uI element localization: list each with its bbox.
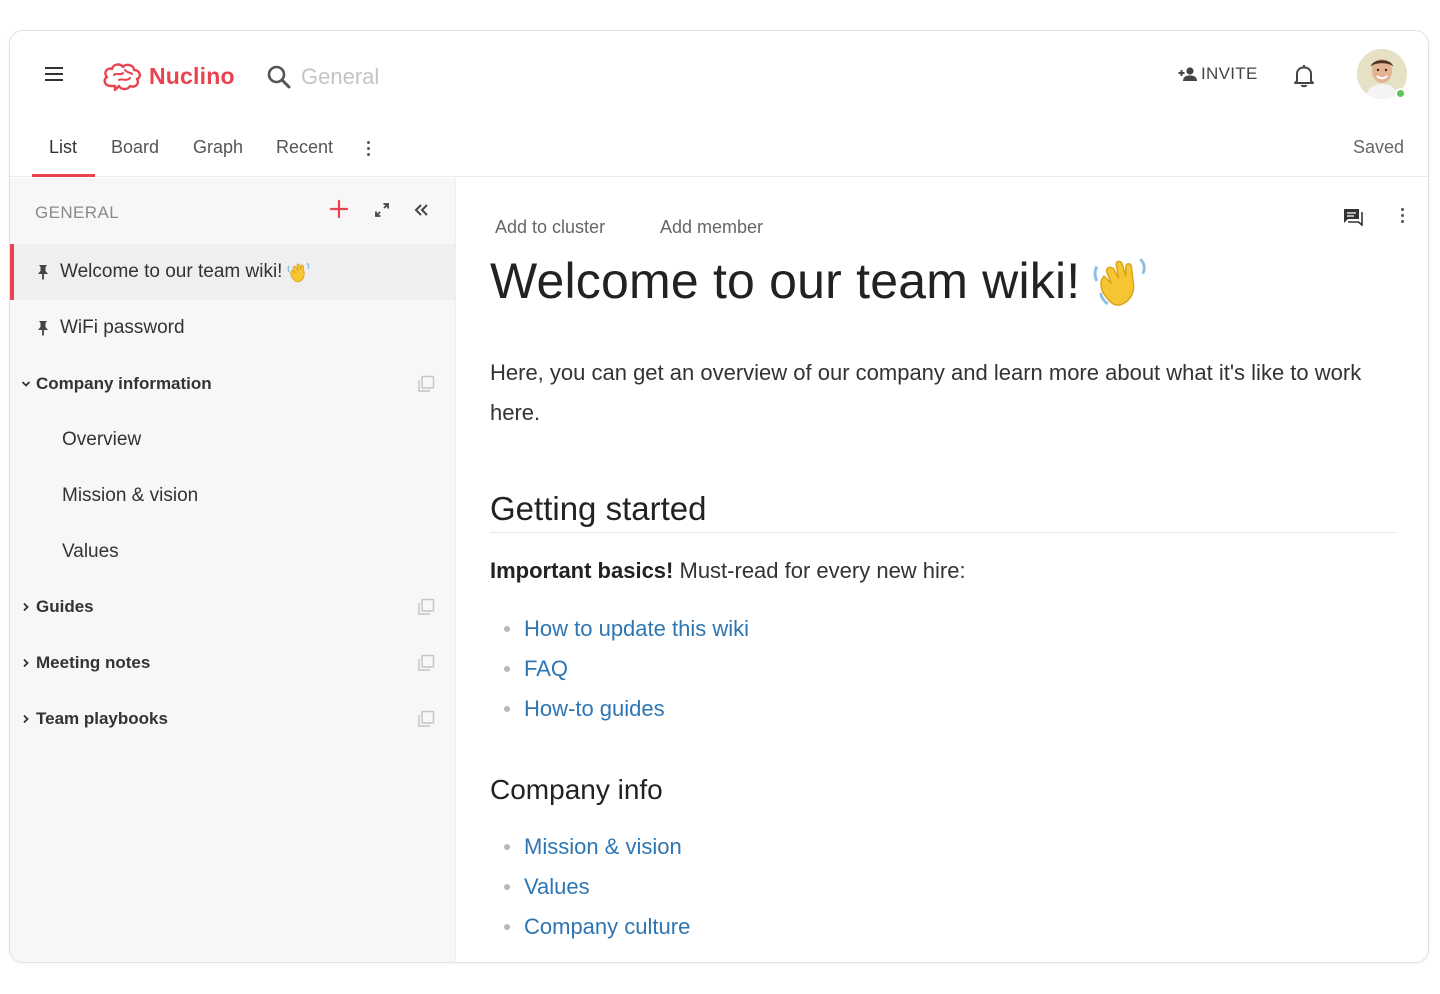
- list-item: FAQ: [504, 649, 749, 689]
- sidebar-workspace-title: GENERAL: [35, 203, 120, 222]
- pin-icon: [38, 321, 48, 336]
- link-update-wiki[interactable]: How to update this wiki: [524, 616, 749, 642]
- bullet: [504, 844, 510, 850]
- collapse-sidebar-icon[interactable]: [412, 201, 430, 219]
- sidebar: GENERAL Welcome to our team wiki! WiFi p…: [10, 178, 456, 962]
- link-how-to-guides[interactable]: How-to guides: [524, 696, 665, 722]
- list-item: Mission & vision: [504, 827, 690, 867]
- waving-hand-emoji-icon: [1093, 258, 1147, 306]
- brain-logo-icon: [103, 63, 142, 92]
- notification-bell-icon[interactable]: [1293, 64, 1315, 88]
- search-icon[interactable]: [266, 64, 292, 90]
- top-bar: Nuclino INVITE: [10, 31, 1428, 119]
- list-item: How to update this wiki: [504, 609, 749, 649]
- heading-company-info[interactable]: Company info: [490, 774, 663, 806]
- bullet: [504, 626, 510, 632]
- chevron-right-icon[interactable]: [20, 601, 32, 613]
- getting-started-links: How to update this wiki FAQ How-to guide…: [504, 609, 749, 729]
- comments-icon[interactable]: [1343, 208, 1363, 226]
- list-item: Values: [504, 867, 690, 907]
- bullet: [504, 666, 510, 672]
- link-mission-vision[interactable]: Mission & vision: [524, 834, 682, 860]
- duplicate-icon[interactable]: [417, 375, 435, 393]
- chevron-down-icon[interactable]: [20, 378, 32, 390]
- tab-recent[interactable]: Recent: [276, 137, 333, 158]
- sidebar-item-label: Mission & vision: [62, 485, 199, 506]
- link-faq[interactable]: FAQ: [524, 656, 568, 682]
- sidebar-item-label: Company information: [36, 374, 212, 393]
- duplicate-icon[interactable]: [417, 710, 435, 728]
- bullet: [504, 884, 510, 890]
- document-title-text: Welcome to our team wiki!: [490, 253, 1081, 309]
- chevron-right-icon[interactable]: [20, 657, 32, 669]
- basics-text: Must-read for every new hire:: [673, 558, 966, 583]
- tab-graph[interactable]: Graph: [193, 137, 243, 158]
- invite-button[interactable]: INVITE: [1178, 64, 1258, 84]
- app-window: Nuclino INVITE: [9, 30, 1429, 963]
- sidebar-item-label: Team playbooks: [36, 709, 168, 728]
- add-to-cluster-button[interactable]: Add to cluster: [495, 217, 605, 238]
- link-company-culture[interactable]: Company culture: [524, 914, 690, 940]
- company-info-links: Mission & vision Values Company culture: [504, 827, 690, 947]
- sidebar-item-values[interactable]: Values: [10, 524, 456, 580]
- sidebar-group-meeting-notes[interactable]: Meeting notes: [10, 635, 456, 691]
- list-item: Company culture: [504, 907, 690, 947]
- sidebar-group-guides[interactable]: Guides: [10, 579, 456, 635]
- sidebar-item-label: Meeting notes: [36, 653, 151, 672]
- online-status-dot: [1395, 88, 1406, 99]
- bullet: [504, 706, 510, 712]
- active-tab-indicator: [32, 174, 95, 177]
- sidebar-item-label: Values: [62, 541, 119, 562]
- expand-icon[interactable]: [375, 203, 389, 217]
- sidebar-item-overview[interactable]: Overview: [10, 412, 456, 468]
- sidebar-item-label: WiFi password: [60, 317, 185, 338]
- bullet: [504, 924, 510, 930]
- sidebar-item-mission-vision[interactable]: Mission & vision: [10, 468, 456, 524]
- add-person-icon: [1178, 67, 1197, 81]
- list-item: How-to guides: [504, 689, 749, 729]
- sidebar-group-company-information[interactable]: Company information: [10, 356, 456, 412]
- basics-paragraph[interactable]: Important basics! Must-read for every ne…: [490, 558, 966, 584]
- document-more-icon[interactable]: [1399, 208, 1405, 224]
- sidebar-item-welcome[interactable]: Welcome to our team wiki!: [10, 244, 456, 300]
- invite-label: INVITE: [1201, 64, 1258, 83]
- document-intro[interactable]: Here, you can get an overview of our com…: [490, 353, 1390, 433]
- duplicate-icon[interactable]: [417, 654, 435, 672]
- pin-icon: [38, 265, 48, 280]
- basics-bold: Important basics!: [490, 558, 674, 583]
- link-values[interactable]: Values: [524, 874, 590, 900]
- sidebar-item-label: Welcome to our team wiki!: [60, 261, 283, 282]
- view-tabs: List Board Graph Recent Saved: [10, 119, 1428, 177]
- document-content: Add to cluster Add member Welcome to our…: [457, 178, 1428, 962]
- sidebar-item-label: Guides: [36, 597, 94, 616]
- sidebar-group-team-playbooks[interactable]: Team playbooks: [10, 691, 456, 747]
- more-vertical-icon[interactable]: [365, 141, 371, 157]
- add-member-button[interactable]: Add member: [660, 217, 763, 238]
- sidebar-item-wifi[interactable]: WiFi password: [10, 300, 456, 356]
- sidebar-item-label: Overview: [62, 429, 142, 450]
- add-item-icon[interactable]: [328, 198, 350, 220]
- menu-icon[interactable]: [45, 67, 63, 81]
- waving-hand-emoji-icon: [288, 262, 310, 283]
- document-title[interactable]: Welcome to our team wiki!: [490, 252, 1150, 310]
- duplicate-icon[interactable]: [417, 598, 435, 616]
- save-status: Saved: [1352, 137, 1404, 157]
- logo[interactable]: Nuclino: [101, 59, 235, 93]
- chevron-right-icon[interactable]: [20, 713, 32, 725]
- search-input[interactable]: [301, 59, 601, 95]
- tab-board[interactable]: Board: [111, 137, 159, 158]
- tab-list[interactable]: List: [49, 137, 77, 158]
- logo-text: Nuclino: [149, 62, 235, 89]
- heading-getting-started[interactable]: Getting started: [490, 490, 1397, 533]
